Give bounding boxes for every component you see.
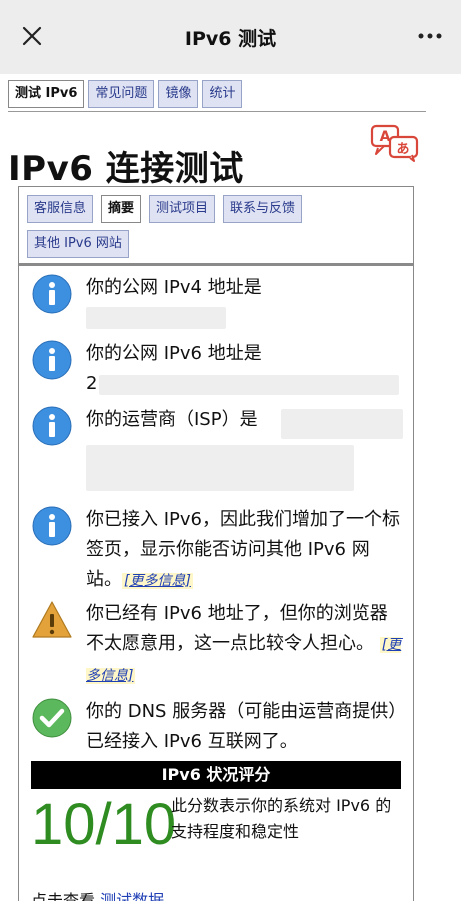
msg-ipv6-text: 你的公网 IPv6 地址是	[86, 343, 262, 364]
score-value: 10/10	[31, 792, 177, 857]
msg-browser-warning: 你已经有 IPv6 地址了，但你的浏览器不太愿意用，这一点比较令人担心。 [更多…	[31, 599, 403, 691]
check-icon	[32, 698, 72, 738]
page-title: IPv6 连接测试	[8, 149, 244, 189]
tab-stats[interactable]: 统计	[202, 80, 243, 108]
score-heading: IPv6 状况评分	[31, 761, 401, 789]
footer-text: 点击查看 测试数据	[31, 887, 164, 901]
top-bar: IPv6 测试	[0, 0, 461, 74]
test-data-link[interactable]: 测试数据	[100, 891, 164, 901]
tab-faq[interactable]: 常见问题	[88, 80, 155, 108]
tab-summary[interactable]: 摘要	[101, 195, 142, 223]
msg-isp-text: 你的运营商（ISP）是	[86, 409, 258, 430]
tab-mirrors[interactable]: 镜像	[158, 80, 199, 108]
tab-divider	[8, 111, 426, 112]
redacted-isp-1	[281, 409, 403, 439]
warning-icon	[32, 601, 72, 638]
info-icon	[32, 274, 72, 314]
redacted-ipv4	[86, 307, 226, 329]
info-icon	[32, 506, 72, 546]
footer-prefix: 点击查看	[31, 891, 96, 901]
tab-support-info[interactable]: 客服信息	[27, 195, 94, 223]
page-tabs: 测试 IPv6 常见问题 镜像 统计	[8, 80, 243, 110]
tab-contact[interactable]: 联系与反馈	[223, 195, 303, 223]
msg-ipv4-text: 你的公网 IPv4 地址是	[86, 277, 262, 298]
more-info-link[interactable]: [更多信息]	[122, 573, 193, 589]
msg-dns-text: 你的 DNS 服务器（可能由运营商提供）已经接入 IPv6 互联网了。	[86, 701, 398, 752]
info-icon	[32, 406, 72, 446]
tab-tests[interactable]: 测试项目	[149, 195, 216, 223]
redacted-isp-2	[86, 445, 354, 491]
svg-text:あ: あ	[396, 142, 409, 157]
tab-test-ipv6[interactable]: 测试 IPv6	[8, 80, 85, 108]
msg-ipv4: 你的公网 IPv4 地址是	[31, 273, 403, 333]
msg-dns: 你的 DNS 服务器（可能由运营商提供）已经接入 IPv6 互联网了。	[31, 697, 403, 759]
msg-warning-text: 你已经有 IPv6 地址了，但你的浏览器不太愿意用，这一点比较令人担心。	[86, 603, 388, 654]
msg-ipv6-prefix: 2	[86, 373, 98, 394]
redacted-ipv6	[99, 375, 399, 395]
more-options-icon[interactable]	[417, 26, 443, 46]
msg-ipv6-tab-added: 你已接入 IPv6，因此我们增加了一个标签页，显示你能否访问其他 IPv6 网站…	[31, 505, 403, 597]
tab-other-sites[interactable]: 其他 IPv6 网站	[27, 230, 129, 258]
translate-icon[interactable]: A あ	[370, 124, 420, 162]
results-panel: 客服信息 摘要 测试项目 联系与反馈 其他 IPv6 网站 你的公网 IPv4 …	[18, 186, 414, 901]
window-title: IPv6 测试	[184, 28, 277, 50]
score-description: 此分数表示你的系统对 IPv6 的支持程度和稳定性	[171, 796, 392, 841]
tabs-divider	[19, 263, 413, 266]
info-icon	[32, 340, 72, 380]
